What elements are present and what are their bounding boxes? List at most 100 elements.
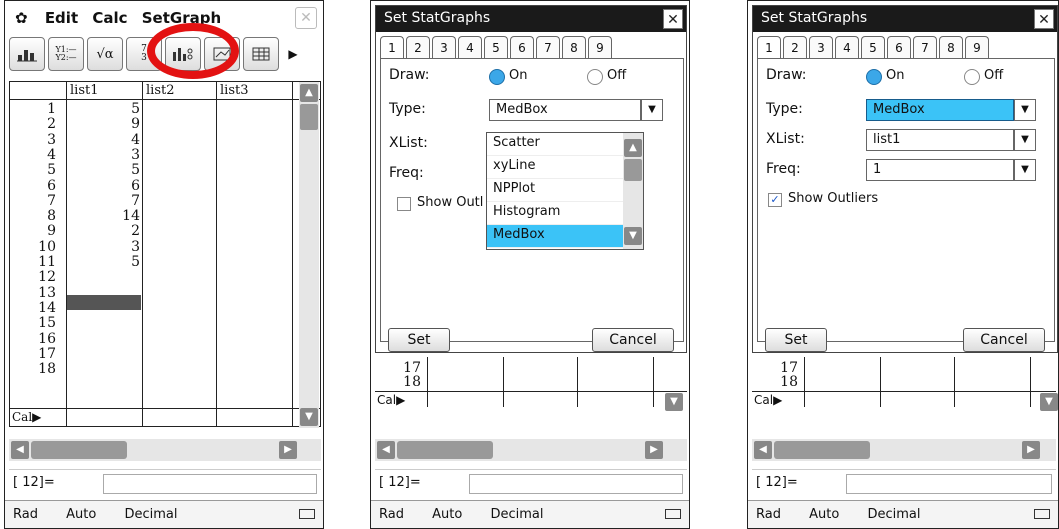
- gear-icon[interactable]: ✿: [15, 9, 28, 27]
- cell-input-field[interactable]: [103, 474, 317, 494]
- xlist-select[interactable]: list1: [866, 129, 1014, 151]
- xlist-label: XList:: [389, 135, 428, 151]
- tab-7[interactable]: 7: [913, 36, 937, 58]
- tab-4[interactable]: 4: [458, 36, 482, 58]
- draw-on-radio[interactable]: [489, 69, 505, 85]
- chevron-down-icon[interactable]: ▼: [641, 99, 663, 121]
- set-button[interactable]: Set: [388, 328, 450, 352]
- show-outliers-checkbox[interactable]: ✓: [768, 193, 782, 207]
- tab-4[interactable]: 4: [835, 36, 859, 58]
- scroll-thumb[interactable]: [624, 159, 642, 181]
- horizontal-scroll-thumb[interactable]: [774, 441, 870, 459]
- stat-graph-icon[interactable]: [9, 37, 45, 71]
- option-medbox[interactable]: MedBox: [487, 225, 643, 248]
- tab-8[interactable]: 8: [939, 36, 963, 58]
- row-number: 10: [38, 238, 56, 255]
- cancel-button[interactable]: Cancel: [592, 328, 674, 352]
- scroll-down-icon[interactable]: ▼: [665, 393, 683, 411]
- cell-input-field[interactable]: [846, 474, 1052, 494]
- tab-1[interactable]: 1: [757, 36, 781, 58]
- scroll-left-icon[interactable]: ◀: [11, 441, 29, 459]
- chevron-down-icon[interactable]: ▼: [1014, 99, 1036, 121]
- scroll-right-icon[interactable]: ▶: [279, 441, 297, 459]
- scroll-left-icon[interactable]: ◀: [377, 441, 395, 459]
- list1-cell[interactable]: 2: [66, 224, 140, 238]
- option-histogram[interactable]: Histogram: [487, 202, 643, 225]
- vertical-scrollbar[interactable]: ▲ ▼: [299, 82, 319, 428]
- close-icon[interactable]: ✕: [295, 7, 317, 29]
- tab-5[interactable]: 5: [861, 36, 885, 58]
- option-npplot[interactable]: NPPlot: [487, 179, 643, 202]
- horizontal-scrollbar[interactable]: ◀ ▶: [9, 439, 321, 461]
- tab-7[interactable]: 7: [536, 36, 560, 58]
- horizontal-scrollbar[interactable]: ◀ ▶: [375, 439, 687, 461]
- scroll-up-icon[interactable]: ▲: [624, 139, 642, 157]
- calc-row-label[interactable]: Cal▶: [754, 393, 782, 407]
- tab-1[interactable]: 1: [380, 36, 404, 58]
- draw-off-radio[interactable]: [964, 69, 980, 85]
- column-header-row: list1 list2 list3: [10, 82, 320, 100]
- list1-cell[interactable]: 7: [66, 194, 140, 208]
- scroll-thumb[interactable]: [300, 104, 318, 130]
- list1-cell[interactable]: 3: [66, 148, 140, 162]
- toolbar-scroll-right-icon[interactable]: ▶: [282, 37, 304, 71]
- main-app-icon[interactable]: √α: [87, 37, 123, 71]
- chevron-down-icon[interactable]: ▼: [1014, 129, 1036, 151]
- tab-2[interactable]: 2: [783, 36, 807, 58]
- scroll-down-icon[interactable]: ▼: [624, 227, 642, 245]
- tab-3[interactable]: 3: [809, 36, 833, 58]
- list1-cell[interactable]: 14: [66, 209, 140, 223]
- list1-cell[interactable]: 5: [66, 163, 140, 177]
- tab-3[interactable]: 3: [432, 36, 456, 58]
- list1-cell[interactable]: 3: [66, 240, 140, 254]
- dropdown-scrollbar[interactable]: ▲ ▼: [623, 133, 643, 249]
- horizontal-scroll-thumb[interactable]: [31, 441, 127, 459]
- list1-cell[interactable]: 6: [66, 179, 140, 193]
- option-xyline[interactable]: xyLine: [487, 156, 643, 179]
- cell-input-field[interactable]: [469, 474, 683, 494]
- tab-6[interactable]: 6: [887, 36, 911, 58]
- type-select[interactable]: MedBox: [866, 99, 1014, 121]
- cancel-button[interactable]: Cancel: [963, 328, 1045, 352]
- close-icon[interactable]: ✕: [1034, 9, 1054, 29]
- scroll-right-icon[interactable]: ▶: [645, 441, 663, 459]
- tab-5[interactable]: 5: [484, 36, 508, 58]
- column-header-list1[interactable]: list1: [70, 83, 98, 98]
- list1-cell[interactable]: 5: [66, 102, 140, 116]
- option-scatter[interactable]: Scatter: [487, 133, 643, 156]
- tab-2[interactable]: 2: [406, 36, 430, 58]
- tab-9[interactable]: 9: [965, 36, 989, 58]
- menu-calc[interactable]: Calc: [92, 9, 127, 27]
- list1-cell[interactable]: 5: [66, 255, 140, 269]
- horizontal-scrollbar[interactable]: ◀ ▶: [752, 439, 1056, 461]
- status-bar: Rad Auto Decimal: [748, 500, 1058, 528]
- table-icon[interactable]: [243, 37, 279, 71]
- draw-off-radio[interactable]: [587, 69, 603, 85]
- scroll-left-icon[interactable]: ◀: [754, 441, 772, 459]
- scroll-down-icon[interactable]: ▼: [1040, 393, 1058, 411]
- menu-edit[interactable]: Edit: [45, 9, 78, 27]
- tab-9[interactable]: 9: [588, 36, 612, 58]
- chevron-down-icon[interactable]: ▼: [1014, 159, 1036, 181]
- graph-editor-icon[interactable]: Y1:— Y2:—: [48, 37, 84, 71]
- draw-on-radio[interactable]: [866, 69, 882, 85]
- scroll-up-icon[interactable]: ▲: [300, 84, 318, 102]
- scroll-right-icon[interactable]: ▶: [1022, 441, 1040, 459]
- tab-6[interactable]: 6: [510, 36, 534, 58]
- selected-cell[interactable]: [67, 295, 141, 310]
- calc-row-label[interactable]: Cal▶: [377, 393, 405, 407]
- column-header-list3[interactable]: list3: [220, 83, 248, 98]
- tab-8[interactable]: 8: [562, 36, 586, 58]
- type-select[interactable]: MedBox: [489, 99, 641, 121]
- scroll-down-icon[interactable]: ▼: [300, 408, 318, 426]
- horizontal-scroll-thumb[interactable]: [397, 441, 493, 459]
- list1-cell[interactable]: 4: [66, 133, 140, 147]
- status-angle: Rad: [13, 507, 38, 522]
- list1-cell[interactable]: 9: [66, 117, 140, 131]
- freq-select[interactable]: 1: [866, 159, 1014, 181]
- show-outliers-checkbox[interactable]: [397, 197, 411, 211]
- calc-row-label[interactable]: Cal▶: [12, 410, 41, 424]
- close-icon[interactable]: ✕: [663, 9, 683, 29]
- column-header-list2[interactable]: list2: [146, 83, 174, 98]
- set-button[interactable]: Set: [765, 328, 827, 352]
